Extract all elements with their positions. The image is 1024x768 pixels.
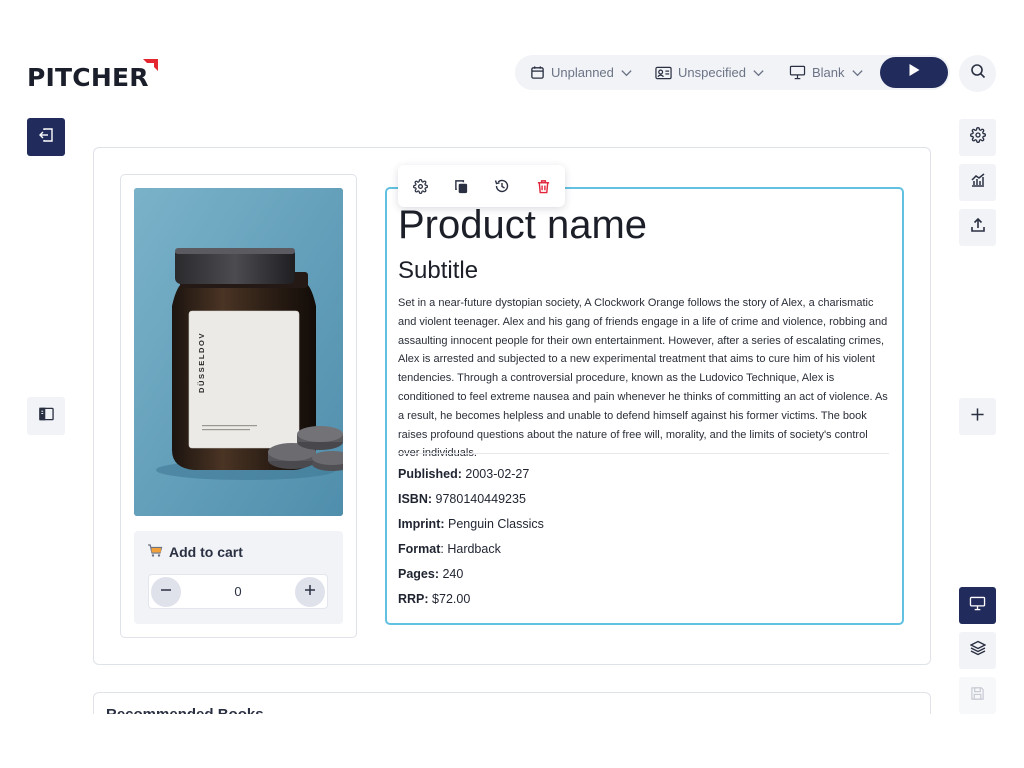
contact-dropdown[interactable]: Unspecified bbox=[655, 55, 765, 90]
minus-icon bbox=[160, 583, 172, 601]
chevron-down-icon bbox=[752, 66, 765, 79]
presentation-mode-button[interactable] bbox=[959, 587, 996, 624]
increase-quantity-button[interactable] bbox=[295, 577, 325, 607]
calendar-icon bbox=[530, 65, 545, 80]
logo-text: PITCHER bbox=[27, 63, 149, 92]
contact-label: Unspecified bbox=[678, 65, 746, 80]
chevron-down-icon bbox=[851, 66, 864, 79]
jar-label-text: DÜSSELDOV bbox=[197, 332, 206, 393]
presentation-dropdown[interactable]: Blank bbox=[789, 55, 864, 90]
product-title: Product name bbox=[398, 203, 648, 247]
chevron-down-icon bbox=[620, 66, 633, 79]
trash-icon[interactable] bbox=[533, 176, 553, 196]
add-to-cart-box: Add to cart 0 bbox=[134, 531, 343, 624]
copy-icon[interactable] bbox=[451, 176, 471, 196]
session-toolbar: Unplanned Unspecified Blank bbox=[515, 55, 950, 90]
search-button[interactable] bbox=[959, 55, 996, 92]
save-button[interactable] bbox=[959, 677, 996, 714]
schedule-dropdown[interactable]: Unplanned bbox=[530, 55, 633, 90]
layers-icon bbox=[968, 640, 987, 661]
presentation-icon bbox=[789, 65, 806, 80]
plus-icon bbox=[304, 583, 316, 601]
divider bbox=[398, 453, 889, 454]
detail-isbn: ISBN: 9780140449235 bbox=[398, 492, 526, 506]
quantity-stepper: 0 bbox=[148, 574, 328, 609]
plus-icon bbox=[970, 407, 985, 427]
analytics-button[interactable] bbox=[959, 164, 996, 201]
add-to-cart-button[interactable]: Add to cart bbox=[147, 543, 243, 561]
product-description: Set in a near-future dystopian society, … bbox=[398, 297, 888, 460]
product-image[interactable]: DÜSSELDOV bbox=[134, 188, 343, 516]
search-icon bbox=[970, 63, 986, 84]
detail-imprint: Imprint: Penguin Classics bbox=[398, 517, 544, 531]
exit-button[interactable] bbox=[27, 118, 65, 156]
detail-published: Published: 2003-02-27 bbox=[398, 467, 530, 481]
history-icon[interactable] bbox=[492, 176, 512, 196]
product-subtitle: Subtitle bbox=[398, 257, 479, 284]
gear-icon[interactable] bbox=[410, 176, 430, 196]
detail-format: Format: Hardback bbox=[398, 542, 501, 556]
upload-icon bbox=[970, 217, 986, 238]
sidebar-toggle-button[interactable] bbox=[27, 397, 65, 435]
pitcher-logo: PITCHER bbox=[27, 58, 158, 92]
logo-mark-icon bbox=[143, 59, 158, 71]
detail-rrp: RRP: $72.00 bbox=[398, 592, 471, 606]
settings-button[interactable] bbox=[959, 119, 996, 156]
detail-pages: Pages: 240 bbox=[398, 567, 464, 581]
exit-icon bbox=[38, 127, 54, 148]
sidebar-panel-icon bbox=[38, 407, 54, 426]
block-toolbar bbox=[398, 165, 565, 207]
layers-button[interactable] bbox=[959, 632, 996, 669]
upload-button[interactable] bbox=[959, 209, 996, 246]
presentation-icon bbox=[969, 596, 986, 616]
decrease-quantity-button[interactable] bbox=[151, 577, 181, 607]
analytics-icon bbox=[970, 172, 986, 193]
play-icon bbox=[908, 63, 921, 82]
quantity-value[interactable]: 0 bbox=[189, 575, 287, 608]
presentation-label: Blank bbox=[812, 65, 845, 80]
add-to-cart-label: Add to cart bbox=[169, 544, 243, 560]
add-block-button[interactable] bbox=[959, 398, 996, 435]
viewport-edge bbox=[0, 714, 1024, 768]
contact-card-icon bbox=[655, 66, 672, 80]
cart-icon bbox=[147, 543, 163, 561]
product-details: Published: 2003-02-27 ISBN: 978014044923… bbox=[398, 465, 544, 615]
play-button[interactable] bbox=[880, 57, 948, 88]
gear-icon bbox=[969, 127, 986, 148]
schedule-label: Unplanned bbox=[551, 65, 614, 80]
save-icon bbox=[970, 686, 985, 706]
